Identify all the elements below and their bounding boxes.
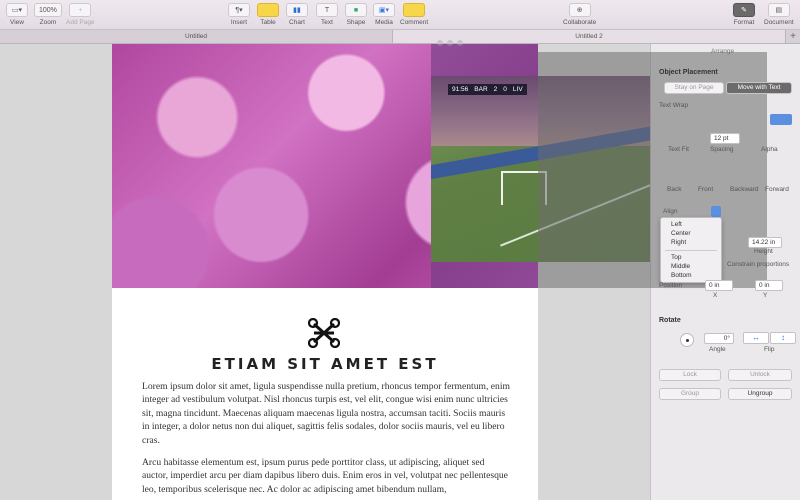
stay-on-page-button[interactable]: Stay on Page	[664, 82, 724, 94]
lock-button[interactable]: Lock	[659, 369, 721, 381]
angle-field[interactable]: 0°	[704, 333, 734, 344]
object-placement-title: Object Placement	[659, 69, 718, 76]
align-select[interactable]: Align	[663, 208, 677, 215]
collaborate-label: Collaborate	[563, 19, 597, 26]
view-label: View	[10, 19, 24, 26]
back-label[interactable]: Back	[667, 186, 681, 193]
chart-icon: ▮▮	[286, 3, 308, 17]
table-label: Table	[260, 19, 276, 26]
text-label: Text	[321, 19, 333, 26]
insert-label: Insert	[230, 19, 248, 26]
toolbar: ▭▾ View 100% Zoom + Add Page ¶▾ Insert T…	[0, 0, 800, 30]
alpha-label: Alpha	[761, 146, 778, 153]
chart-label: Chart	[289, 19, 305, 26]
flip-horizontal-button[interactable]: ↔	[743, 332, 769, 344]
media-button[interactable]: ▣▾ Media	[373, 3, 395, 26]
x-label: X	[713, 292, 718, 299]
position-label: Position	[659, 282, 683, 289]
group-button[interactable]: Group	[659, 388, 721, 400]
align-middle-option[interactable]: Middle	[661, 262, 721, 271]
tab-bar: Untitled Untitled 2 +	[0, 30, 800, 44]
scoreboard: 91:56 BAR 2 0 LIV	[448, 84, 527, 95]
height-field[interactable]: 14.22 in	[748, 237, 782, 248]
new-tab-button[interactable]: +	[786, 30, 800, 43]
height-label: Height	[754, 248, 773, 255]
zoom-label: Zoom	[39, 19, 57, 26]
ungroup-button[interactable]: Ungroup	[728, 388, 792, 400]
text-wrap-label: Text Wrap	[659, 102, 689, 109]
collaborate-icon: ⊕	[568, 3, 591, 17]
document-button[interactable]: ▤ Document	[764, 3, 794, 26]
table-icon	[257, 3, 279, 17]
rotate-title: Rotate	[659, 317, 681, 324]
format-button[interactable]: ✎ Format	[733, 3, 755, 26]
team-2: LIV	[512, 86, 523, 93]
collaborate-button[interactable]: ⊕ Collaborate	[563, 3, 596, 26]
text-fit-label: Text Fit	[668, 146, 689, 153]
body-paragraph-1[interactable]: Lorem ipsum dolor sit amet, ligula suspe…	[142, 380, 510, 447]
score-time: 91:56	[452, 86, 469, 93]
align-top-option[interactable]: Top	[661, 253, 721, 262]
team-1: BAR	[474, 86, 488, 93]
body-paragraph-2[interactable]: Arcu habitasse elementum est, ipsum puru…	[142, 456, 510, 496]
unlock-button[interactable]: Unlock	[728, 369, 792, 381]
spacing-label: Spacing	[710, 146, 734, 153]
logo-icon	[308, 318, 340, 348]
view-icon: ▭▾	[6, 3, 28, 17]
y-label: Y	[763, 292, 768, 299]
angle-label: Angle	[709, 346, 726, 353]
text-button[interactable]: T Text	[316, 3, 338, 26]
y-field[interactable]: 0 in	[755, 280, 783, 291]
tab-untitled[interactable]: Untitled	[0, 30, 393, 43]
text-wrap-select[interactable]	[770, 114, 792, 125]
document-icon: ▤	[767, 3, 790, 17]
spacing-field[interactable]: 12 pt	[710, 133, 740, 144]
move-with-text-button[interactable]: Move with Text	[726, 82, 792, 94]
score-1: 2	[493, 86, 498, 93]
plus-icon: +	[69, 3, 92, 17]
comment-icon	[403, 3, 426, 17]
comment-label: Comment	[400, 19, 429, 26]
front-label[interactable]: Front	[698, 186, 713, 193]
view-button[interactable]: ▭▾ View	[6, 3, 28, 26]
chart-button[interactable]: ▮▮ Chart	[286, 3, 308, 26]
shape-label: Shape	[346, 19, 366, 26]
flip-vertical-button[interactable]: ↕	[770, 332, 796, 344]
document-title[interactable]: ETIAM SIT AMET EST	[112, 355, 538, 373]
rotate-knob[interactable]	[680, 333, 694, 347]
comment-button[interactable]: Comment	[400, 3, 428, 26]
zoom-control[interactable]: 100% Zoom	[34, 3, 62, 26]
format-icon: ✎	[733, 3, 755, 17]
align-dropdown-arrow[interactable]	[711, 206, 721, 217]
shape-icon: ■	[345, 3, 367, 17]
document-label: Document	[764, 19, 794, 26]
forward-label[interactable]: Forward	[765, 186, 789, 193]
paragraph-icon: ¶▾	[228, 3, 250, 17]
text-icon: T	[316, 3, 338, 17]
media-label: Media	[375, 19, 393, 26]
format-label: Format	[733, 19, 755, 26]
media-icon: ▣▾	[373, 3, 395, 17]
zoom-value: 100%	[34, 3, 62, 17]
table-button[interactable]: Table	[257, 3, 279, 26]
add-page-label: Add Page	[66, 19, 95, 26]
align-menu: Left Center Right Top Middle Bottom	[660, 217, 722, 283]
align-right-option[interactable]: Right	[661, 238, 721, 247]
align-left-option[interactable]: Left	[661, 220, 721, 229]
insert-button[interactable]: ¶▾ Insert	[228, 3, 250, 26]
constrain-proportions-checkbox[interactable]: Constrain proportions	[727, 261, 797, 268]
score-2: 0	[503, 86, 507, 93]
backward-label[interactable]: Backward	[730, 186, 759, 193]
align-bottom-option[interactable]: Bottom	[661, 271, 721, 280]
flip-label: Flip	[764, 346, 775, 353]
x-field[interactable]: 0 in	[705, 280, 733, 291]
add-page-button[interactable]: + Add Page	[66, 3, 95, 26]
shape-button[interactable]: ■ Shape	[345, 3, 367, 26]
align-center-option[interactable]: Center	[661, 229, 721, 238]
